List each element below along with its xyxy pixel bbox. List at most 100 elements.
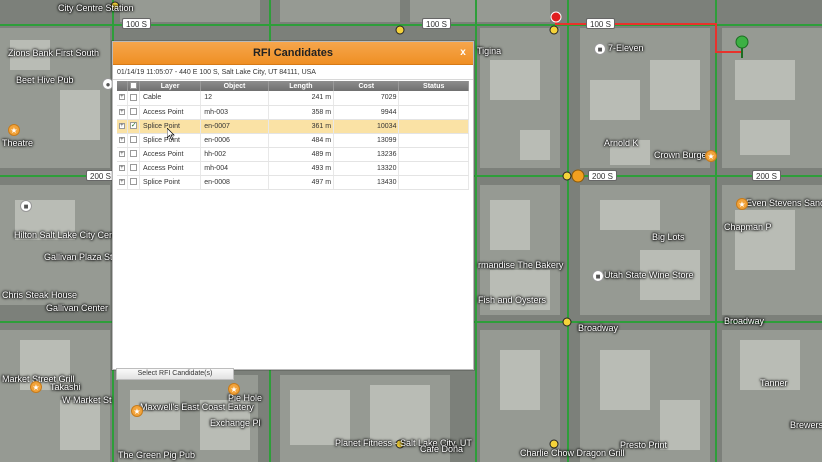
map-label: Cafe Doña [420,444,464,454]
map-label: Tanner [760,378,788,388]
row-checkbox[interactable] [129,150,137,158]
restaurant-icon[interactable]: ★ [228,383,240,395]
checkbox-cell[interactable] [127,161,140,176]
select-all-header[interactable] [127,81,140,91]
cell-object: mh-003 [200,105,269,120]
table-row[interactable]: + Splice Point en-0008 497 m 13430 [117,175,469,190]
street-label: 100 S [122,18,151,29]
map-label: Exchange Pl [210,418,261,428]
restaurant-icon[interactable]: ★ [705,150,717,162]
close-icon[interactable]: x [458,48,468,58]
expand-icon[interactable]: + [118,178,125,185]
route-start-pin [550,11,562,23]
cell-status [398,133,469,148]
checkbox-cell[interactable] [127,105,140,120]
map-label: Charlie Chow Dragon Grill [520,448,625,458]
map-label: Theatre [2,138,34,148]
map-label: City Centre Station [58,3,134,13]
checkbox-cell[interactable] [127,133,140,148]
hotel-icon[interactable]: ■ [20,200,32,212]
row-checkbox[interactable] [129,164,137,172]
cell-layer: Access Point [139,147,202,162]
restaurant-icon[interactable]: ★ [30,381,42,393]
map-label: Broadway [724,316,765,326]
cell-status [398,91,469,106]
row-checkbox[interactable] [129,136,137,144]
row-checkbox[interactable]: ✓ [129,122,137,130]
cell-object: hh-002 [200,147,269,162]
restaurant-icon[interactable]: ★ [8,124,20,136]
map-label: Chris Steak House [2,290,78,300]
store-icon[interactable]: ■ [594,43,606,55]
table-row[interactable]: + Cable 12 241 m 7029 [117,91,469,106]
column-header-object[interactable]: Object [200,81,269,91]
map-label: Arnold K [604,138,639,148]
select-all-checkbox[interactable] [129,82,137,90]
dialog-title: RFI Candidates [252,47,334,59]
expand-icon[interactable]: + [118,108,125,115]
checkbox-cell[interactable] [127,91,140,106]
restaurant-icon[interactable]: ★ [736,198,748,210]
street-label: 100 S [422,18,451,29]
cell-status [398,147,469,162]
cell-layer: Access Point [139,161,202,176]
column-header-layer[interactable]: Layer [139,81,202,91]
map-label: Brewers [790,420,822,430]
map-label: Even Stevens Sandwiches [746,198,822,208]
row-checkbox[interactable] [129,94,137,102]
map-label: Gallivan Center [46,303,109,313]
cell-cost: 7029 [333,91,400,106]
row-checkbox[interactable] [129,108,137,116]
store-icon[interactable]: ■ [592,270,604,282]
cell-object: en-0007 [200,119,269,134]
selected-stop-marker [571,169,585,183]
cell-status [398,119,469,134]
expand-cell[interactable]: + [117,91,128,106]
checkbox-cell[interactable] [127,147,140,162]
expand-column-header [117,81,128,91]
checkbox-cell[interactable]: ✓ [127,119,140,134]
cell-object: mh-004 [200,161,269,176]
expand-icon[interactable]: + [118,94,125,101]
cell-status [398,175,469,190]
column-header-cost[interactable]: Cost [333,81,400,91]
column-header-status[interactable]: Status [398,81,469,91]
expand-cell[interactable]: + [117,161,128,176]
dialog-header[interactable]: RFI Candidates x [113,42,473,65]
expand-icon[interactable]: + [118,164,125,171]
expand-cell[interactable]: + [117,105,128,120]
candidate-address: 01/14/19 11:05:07 - 440 E 100 S, Salt La… [113,66,473,80]
map-label: W Market St [62,395,112,405]
restaurant-icon[interactable]: ★ [131,405,143,417]
cell-object: 12 [200,91,269,106]
table-row[interactable]: + Access Point mh-004 493 m 13320 [117,161,469,176]
map-label: Chapman P [724,222,772,232]
expand-cell[interactable]: + [117,147,128,162]
column-header-length[interactable]: Length [268,81,335,91]
map-label: 7-Eleven [608,43,644,53]
street-label: 200 S [86,170,115,181]
map-label: Zions Bank First South [8,48,100,58]
cell-length: 358 m [268,105,335,120]
table-row[interactable]: + Access Point mh-003 358 m 9944 [117,105,469,120]
table-row[interactable]: + Access Point hh-002 489 m 13236 [117,147,469,162]
map-label: Tigina [477,46,502,56]
expand-icon[interactable]: + [118,122,125,129]
expand-icon[interactable]: + [118,136,125,143]
row-checkbox[interactable] [129,178,137,186]
expand-icon[interactable]: + [118,150,125,157]
checkbox-cell[interactable] [127,175,140,190]
expand-cell[interactable]: + [117,133,128,148]
map-label: Big Lots [652,232,685,242]
cell-cost: 13320 [333,161,400,176]
expand-cell[interactable]: + [117,119,128,134]
cell-layer: Splice Point [139,175,202,190]
cell-length: 493 m [268,161,335,176]
map-label: Beet Hive Pub [16,75,74,85]
expand-cell[interactable]: + [117,175,128,190]
cell-status [398,105,469,120]
cell-cost: 10034 [333,119,400,134]
table-header-row: Layer Object Length Cost Status [117,81,469,91]
select-rfi-candidates-button[interactable]: Select RFI Candidate(s) [116,368,234,380]
map-label: rmandise The Bakery [478,260,564,270]
